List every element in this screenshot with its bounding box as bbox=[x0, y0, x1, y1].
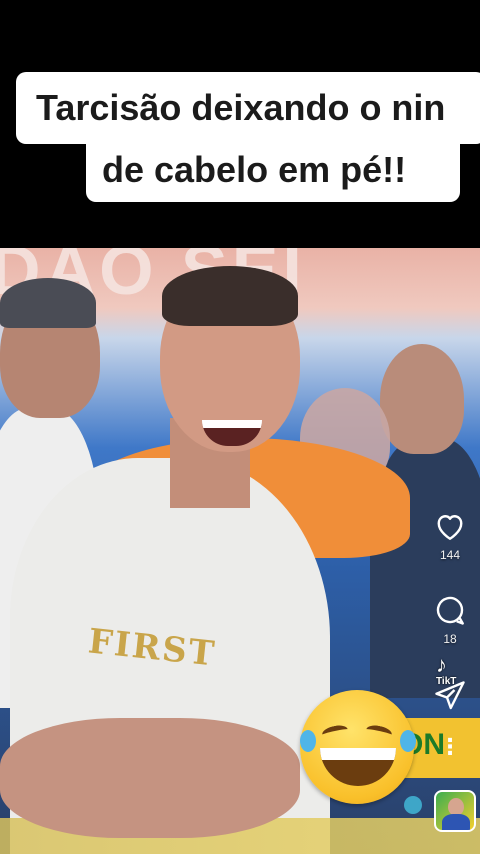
comment-button[interactable]: 18 bbox=[428, 592, 472, 646]
laughing-tears-emoji bbox=[300, 690, 416, 804]
reel-screen: DÃO SEI FIRST ON Tarcisão deixando o nin… bbox=[0, 0, 480, 854]
emoji-eye-right bbox=[365, 723, 393, 741]
background-person-left-hair bbox=[0, 278, 96, 328]
background-person-right-head bbox=[380, 344, 464, 454]
blue-dot bbox=[404, 796, 422, 814]
more-options-button[interactable]: ⋮ bbox=[428, 736, 472, 759]
paper-plane-icon bbox=[435, 681, 465, 710]
main-person-arm bbox=[0, 718, 300, 838]
emoji-eye-left bbox=[321, 723, 349, 741]
comment-count: 18 bbox=[443, 632, 457, 646]
tiktok-note-icon: ♪ bbox=[436, 652, 447, 677]
caption-line-2: de cabelo em pé!! bbox=[86, 144, 460, 202]
tear-right-icon bbox=[400, 730, 416, 752]
share-button[interactable] bbox=[428, 678, 472, 714]
emoji-mouth bbox=[320, 748, 396, 786]
emoji-teeth bbox=[320, 748, 396, 760]
heart-outline-icon bbox=[437, 515, 463, 540]
like-count: 144 bbox=[439, 548, 461, 562]
tear-left-icon bbox=[300, 730, 316, 752]
like-button[interactable]: 144 bbox=[428, 508, 472, 562]
caption-line-1: Tarcisão deixando o nin bbox=[16, 72, 480, 144]
main-person-hair bbox=[162, 266, 298, 326]
more-vertical-icon: ⋮ bbox=[439, 734, 461, 759]
audio-avatar-button[interactable] bbox=[434, 790, 476, 832]
comment-bubble-icon bbox=[436, 596, 464, 625]
avatar-body bbox=[442, 814, 470, 830]
